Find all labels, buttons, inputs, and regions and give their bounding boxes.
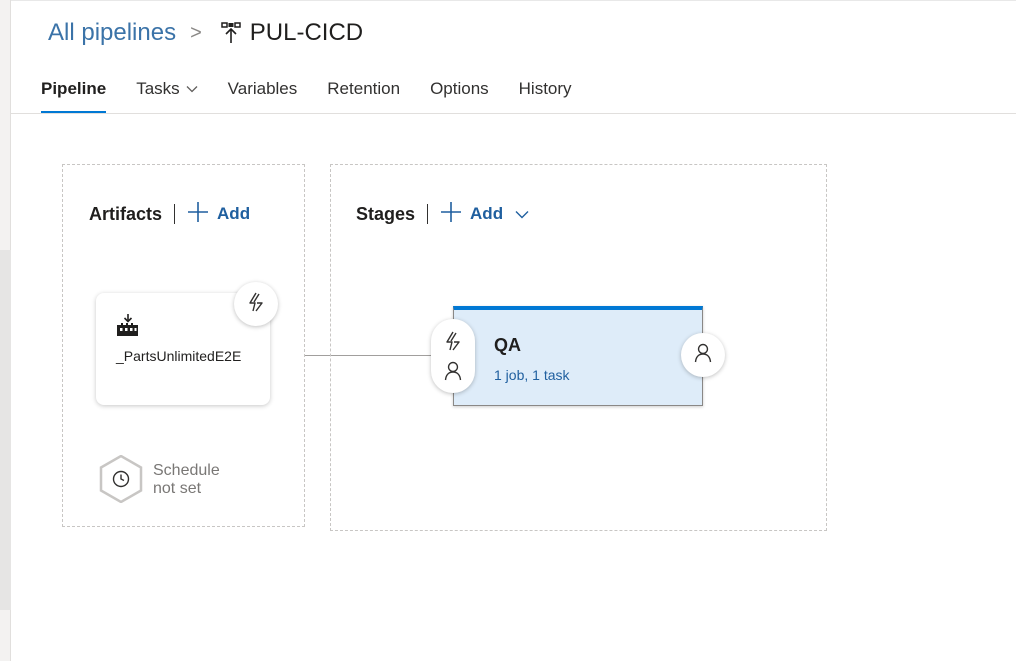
person-icon — [694, 343, 712, 368]
build-artifact-icon — [116, 313, 140, 337]
tabs-divider — [11, 113, 1016, 114]
stage-card-qa[interactable]: QA 1 job, 1 task — [453, 306, 703, 406]
plus-icon — [187, 201, 209, 227]
tab-history[interactable]: History — [519, 74, 572, 113]
schedule-line2: not set — [153, 480, 202, 497]
artifact-name: _PartsUnlimitedE2E — [116, 348, 242, 364]
lightning-icon[interactable] — [442, 330, 464, 352]
continuous-deployment-trigger-button[interactable] — [234, 282, 278, 326]
tab-options-label: Options — [430, 79, 489, 98]
schedule-line1: Schedule — [153, 462, 220, 479]
tab-history-label: History — [518, 79, 572, 98]
release-pipeline-icon — [220, 21, 242, 45]
plus-icon — [440, 201, 462, 227]
post-deployment-approvals-button[interactable] — [681, 333, 725, 377]
chevron-down-icon — [186, 82, 198, 96]
tab-variables[interactable]: Variables — [228, 74, 298, 113]
tab-pipeline-label: Pipeline — [41, 79, 107, 98]
tab-variables-label: Variables — [227, 79, 298, 98]
tab-retention-label: Retention — [327, 79, 401, 98]
add-artifact-button[interactable]: Add — [187, 201, 250, 227]
add-artifact-label: Add — [217, 204, 251, 223]
tab-bar: Pipeline Tasks Variables Retention Optio… — [41, 74, 602, 114]
tab-retention[interactable]: Retention — [327, 74, 400, 113]
stage-name: QA — [494, 335, 521, 355]
all-pipelines-link[interactable]: All pipelines — [48, 19, 176, 47]
stages-title: Stages — [356, 203, 416, 224]
left-rail-shade — [0, 250, 11, 610]
schedule-status: Schedule not set — [153, 462, 220, 498]
breadcrumb-separator: > — [190, 21, 202, 44]
header-divider — [174, 204, 176, 224]
stages-header: Stages Add — [356, 201, 529, 227]
pipeline-title: PUL-CICD — [249, 19, 364, 46]
schedule-trigger-button[interactable] — [99, 454, 143, 504]
stage-summary-link[interactable]: 1 job, 1 task — [494, 367, 570, 383]
tab-tasks-label: Tasks — [136, 79, 180, 98]
breadcrumb: All pipelines > PUL-CICD — [48, 16, 363, 50]
add-stage-button[interactable]: Add — [440, 201, 529, 227]
lightning-icon — [246, 292, 266, 317]
chevron-down-icon[interactable] — [515, 204, 529, 224]
top-border — [11, 0, 1016, 1]
clock-icon — [112, 470, 130, 488]
artifacts-title: Artifacts — [89, 203, 163, 224]
tab-tasks[interactable]: Tasks — [136, 74, 198, 113]
header-divider — [427, 204, 429, 224]
add-stage-label: Add — [470, 204, 504, 223]
artifacts-header: Artifacts Add — [89, 201, 250, 227]
person-icon[interactable] — [442, 360, 464, 382]
left-rail — [0, 0, 11, 661]
tab-pipeline[interactable]: Pipeline — [41, 74, 107, 113]
tab-options[interactable]: Options — [430, 74, 489, 113]
pre-deployment-conditions — [431, 319, 475, 393]
